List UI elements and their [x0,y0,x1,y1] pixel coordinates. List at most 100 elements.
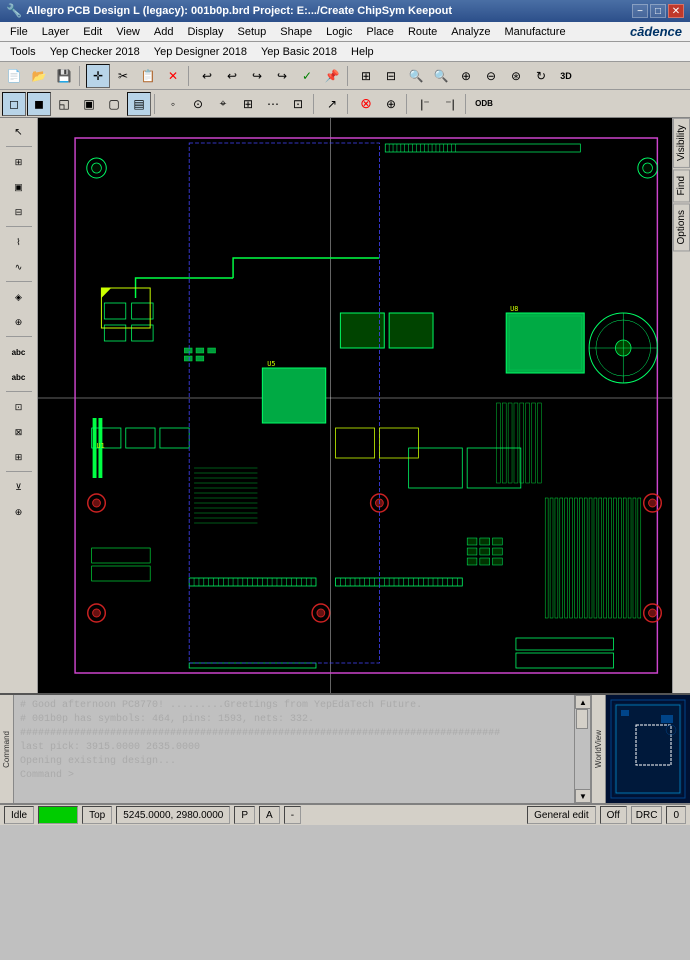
lt-sep6 [6,471,32,473]
lt-text2[interactable]: abc [5,365,33,389]
lt-select[interactable]: ↖ [5,120,33,144]
close-button[interactable]: ✕ [668,4,684,18]
tb2-btn5[interactable]: ▢ [102,92,126,116]
lt-misc5[interactable]: ⊕ [5,500,33,524]
scroll-up-btn[interactable]: ▲ [575,695,591,709]
menu-place[interactable]: Place [360,24,400,40]
tb2-btn8[interactable]: ⊙ [186,92,210,116]
menu-route[interactable]: Route [402,24,443,40]
lt-btn3[interactable]: ⊟ [5,200,33,224]
tb-grid[interactable]: ⊞ [354,64,378,88]
lt-text1[interactable]: abc [5,340,33,364]
tb-zoom-in[interactable]: 🔍 [404,64,428,88]
tb2-dash1[interactable]: |⁻ [413,92,437,116]
console-minimap-row: Command # Good afternoon PC8770! .......… [0,693,690,803]
tb-zoom-fit[interactable]: ⊕ [454,64,478,88]
tb-cut[interactable]: ✂ [111,64,135,88]
console-scrollbar[interactable]: ▲ ▼ [574,695,590,803]
tb2-select2[interactable]: ◼ [27,92,51,116]
tb2-btn12[interactable]: ⊡ [286,92,310,116]
tb2-arrow[interactable]: ↗ [320,92,344,116]
lt-route2[interactable]: ∿ [5,255,33,279]
lt-misc4[interactable]: ⊻ [5,475,33,499]
tb-undo2[interactable]: ↩ [220,64,244,88]
scroll-down-btn[interactable]: ▼ [575,789,591,803]
menu-add[interactable]: Add [148,24,180,40]
scroll-thumb[interactable] [576,709,588,729]
lt-btn1[interactable]: ⊞ [5,150,33,174]
status-off: Off [600,806,627,824]
status-a: A [259,806,280,824]
maximize-button[interactable]: □ [650,4,666,18]
tb-open[interactable]: 📂 [27,64,51,88]
tb2-stop[interactable]: ⊗ [354,92,378,116]
menu-display[interactable]: Display [181,24,229,40]
lt-route1[interactable]: ⌇ [5,230,33,254]
canvas-area[interactable]: U1 U5 U8 [38,118,672,693]
menu-layer[interactable]: Layer [36,24,76,40]
menu-yep-designer[interactable]: Yep Designer 2018 [148,44,253,60]
menu-analyze[interactable]: Analyze [445,24,496,40]
right-panel: Visibility Find Options [672,118,690,693]
tb-pin[interactable]: 📌 [320,64,344,88]
lt-btn2[interactable]: ▣ [5,175,33,199]
tb2-odb[interactable]: ODB [472,92,496,116]
tb-undo[interactable]: ↩ [195,64,219,88]
tb-check[interactable]: ✓ [295,64,319,88]
title-text: Allegro PCB Design L (legacy): 001b0p.br… [26,5,452,17]
tb-new[interactable]: 📄 [2,64,26,88]
menu-yep-basic[interactable]: Yep Basic 2018 [255,44,343,60]
console-line-1: # Good afternoon PC8770! .........Greeti… [20,699,568,713]
tb-grid2[interactable]: ⊟ [379,64,403,88]
visibility-tab[interactable]: Visibility [673,118,690,168]
menu-view[interactable]: View [110,24,146,40]
menu-help[interactable]: Help [345,44,380,60]
minimize-button[interactable]: − [632,4,648,18]
tb-snap[interactable]: ✛ [86,64,110,88]
tb-redo2[interactable]: ↪ [270,64,294,88]
tb-sep3 [347,66,351,86]
lt-place1[interactable]: ◈ [5,285,33,309]
menu-logic[interactable]: Logic [320,24,358,40]
tb-redo[interactable]: ↪ [245,64,269,88]
tb2-btn11[interactable]: ⋯ [261,92,285,116]
toolbar-1: 📄 📂 💾 ✛ ✂ 📋 ✕ ↩ ↩ ↪ ↪ ✓ 📌 ⊞ ⊟ 🔍 🔍 ⊕ ⊖ ⊛ … [0,62,690,90]
status-layer: Top [82,806,112,824]
tb-refresh[interactable]: ↻ [529,64,553,88]
tb2-btn10[interactable]: ⊞ [236,92,260,116]
menu-file[interactable]: File [4,24,34,40]
menu-yep-checker[interactable]: Yep Checker 2018 [44,44,146,60]
tb2-connect[interactable]: ⊕ [379,92,403,116]
console-line-5: Opening existing design... [20,755,568,769]
title-bar-controls[interactable]: − □ ✕ [632,4,684,18]
tb-zoom-prev[interactable]: ⊖ [479,64,503,88]
menu-tools[interactable]: Tools [4,44,42,60]
tb2-btn7[interactable]: ◦ [161,92,185,116]
find-tab[interactable]: Find [673,169,690,202]
menu-edit[interactable]: Edit [77,24,108,40]
tb-copy[interactable]: 📋 [136,64,160,88]
lt-misc2[interactable]: ⊠ [5,420,33,444]
lt-place2[interactable]: ⊕ [5,310,33,334]
tb2-btn3[interactable]: ◱ [52,92,76,116]
lt-sep5 [6,391,32,393]
tb2-btn4[interactable]: ▣ [77,92,101,116]
tb2-select[interactable]: ◻ [2,92,26,116]
tb2-dash2[interactable]: ⁻| [438,92,462,116]
pcb-canvas: U1 U5 U8 [38,118,672,693]
menu-shape[interactable]: Shape [274,24,318,40]
menu-manufacture[interactable]: Manufacture [498,24,571,40]
tb-delete[interactable]: ✕ [161,64,185,88]
svg-text:U8: U8 [510,305,518,313]
tb-save[interactable]: 💾 [52,64,76,88]
tb-3d[interactable]: 3D [554,64,578,88]
lt-misc3[interactable]: ⊞ [5,445,33,469]
tb2-btn6[interactable]: ▤ [127,92,151,116]
lt-misc1[interactable]: ⊡ [5,395,33,419]
tb-zoom-out[interactable]: 🔍 [429,64,453,88]
status-dash: - [284,806,301,824]
menu-setup[interactable]: Setup [232,24,273,40]
tb-zoom-sel[interactable]: ⊛ [504,64,528,88]
options-tab[interactable]: Options [673,203,690,251]
tb2-btn9[interactable]: ⌖ [211,92,235,116]
